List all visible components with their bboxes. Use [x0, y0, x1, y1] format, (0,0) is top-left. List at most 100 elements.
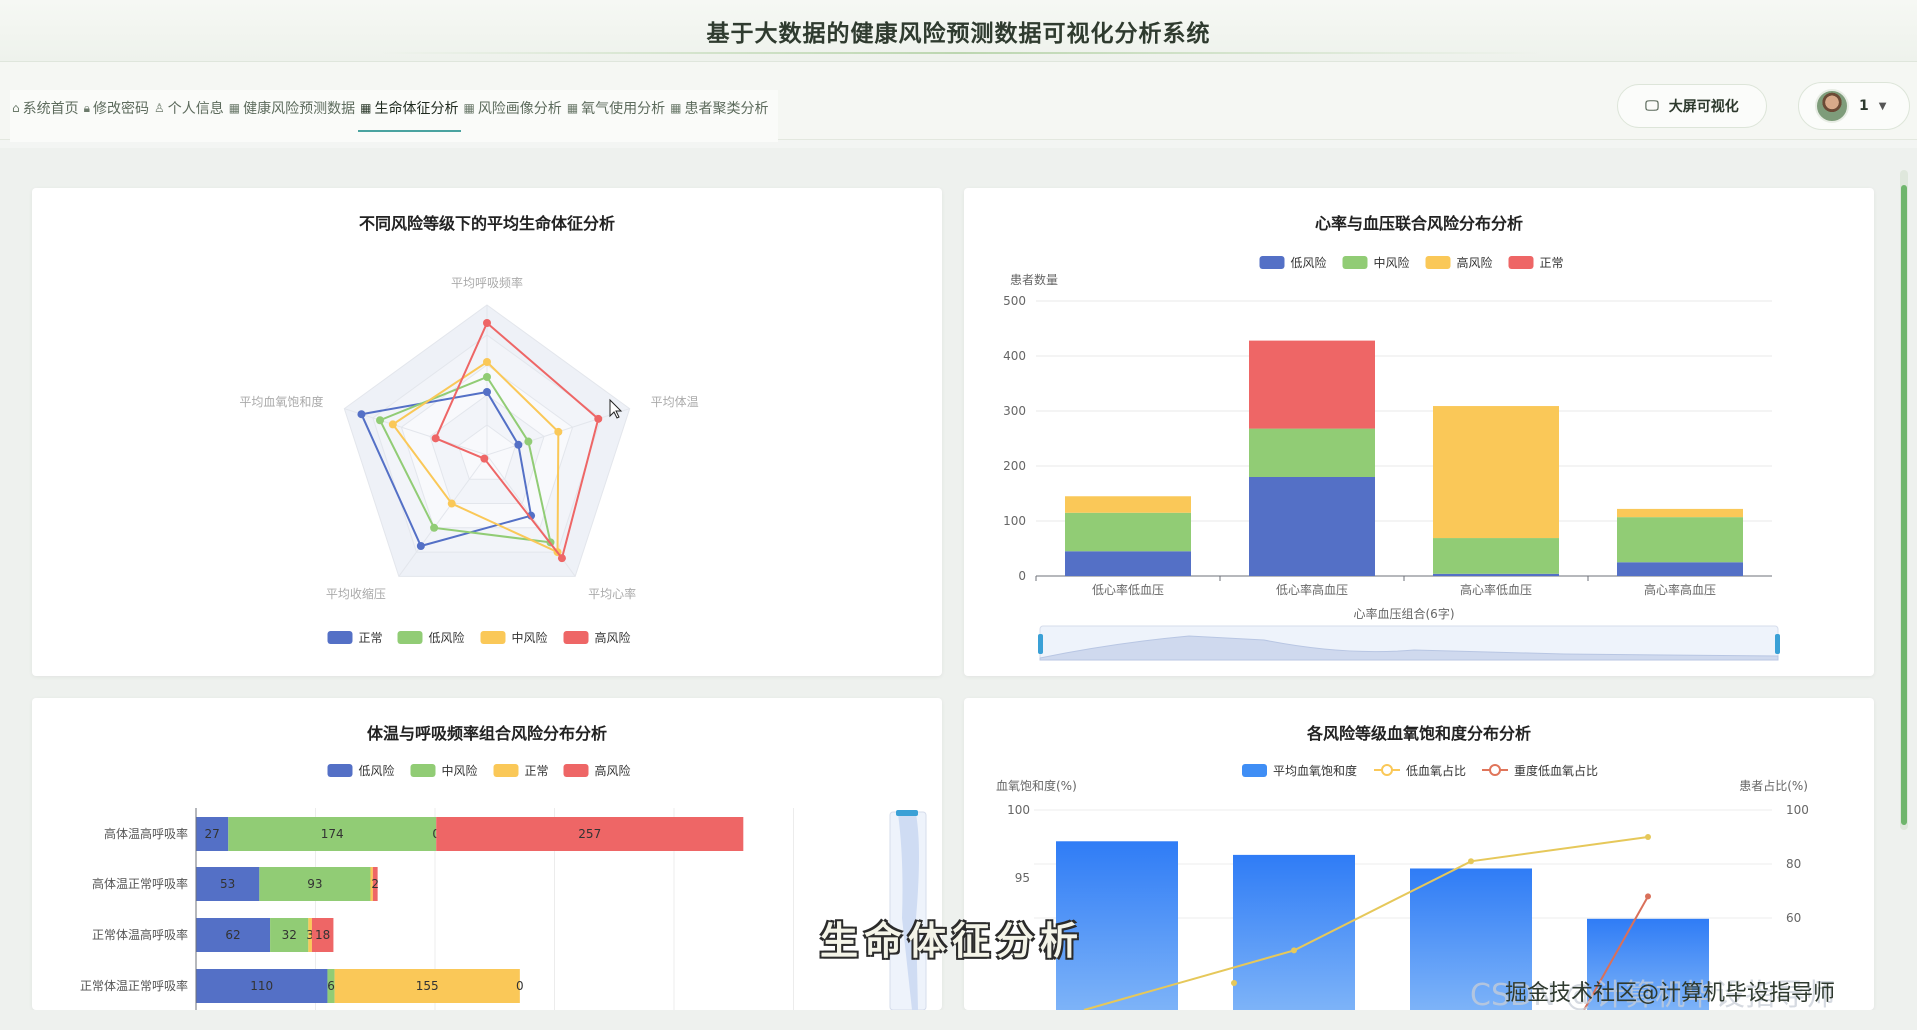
y-tick-label: 100 [1003, 514, 1026, 528]
legend-swatch [1425, 256, 1451, 269]
low-oxygen-point [1468, 858, 1474, 865]
radar-point [480, 454, 489, 463]
bar-segment [1617, 508, 1743, 518]
y-tick-label-left: 100 [1007, 803, 1030, 817]
nav-bar: ⌂ 系统首页 🔒︎ 修改密码 ♙ 个人信息 ▦ 健康风险预测数据 ▦ 生命体征分析 ▦ 风险… [0, 62, 1917, 142]
data-label: 110 [250, 979, 273, 993]
tab-label: 系统首页 [22, 101, 79, 117]
radar-point [483, 388, 491, 396]
tab-vital-signs-analysis[interactable]: ▦ 生命体征分析 [358, 90, 462, 132]
radar-indicator-label: 平均呼吸频率 [451, 275, 523, 290]
legend-marker [1489, 764, 1501, 776]
tab-health-risk-data[interactable]: ▦ 健康风险预测数据 [227, 90, 358, 130]
grid-icon: ▦ [670, 101, 682, 115]
data-label: 32 [282, 928, 297, 942]
legend-label: 低血氧占比 [1406, 763, 1466, 778]
severe-low-oxygen-point [1645, 893, 1651, 900]
y-tick-label-right: 60 [1786, 911, 1801, 925]
x-tick-label: 低心率高血压 [1276, 582, 1348, 597]
radar-point [594, 414, 603, 423]
legend-swatch [1242, 764, 1267, 777]
radar-point [431, 434, 440, 443]
radar-point [524, 437, 533, 446]
grid-icon: ▦ [360, 101, 372, 115]
legend-label: 高风险 [595, 630, 631, 645]
legend-label: 低风险 [359, 763, 395, 778]
legend-swatch [493, 764, 519, 777]
data-label: 6 [327, 979, 335, 993]
tab-label: 健康风险预测数据 [243, 101, 356, 117]
oxygen-combo-chart: 平均血氧饱和度 低血氧占比 重度低血氧占比血氧饱和度(%) 患者占比(%) 95 100 6… [996, 763, 1809, 1010]
y-tick-label: 正常体温高呼吸率 [92, 927, 188, 942]
radar-point [357, 410, 366, 419]
bar-segment [1249, 428, 1375, 477]
user-name: 1 [1859, 98, 1869, 114]
y-tick-label-right: 100 [1786, 803, 1809, 817]
user-menu[interactable]: 1 ▼ [1798, 82, 1910, 130]
legend-label: 正常 [359, 631, 383, 645]
radar-point [483, 373, 491, 381]
title-underline [380, 52, 1540, 54]
data-label: 27 [204, 827, 219, 841]
y-tick-label-left: 95 [1015, 871, 1030, 885]
y-tick-label: 高体温高呼吸率 [104, 826, 188, 841]
grid-icon: ▦ [463, 101, 475, 115]
heart-bp-bar-chart: 低风险 中风险 高风险 正常患者数量 0 100 200 300 400 500 低心率低血压 低心率… [1003, 255, 1780, 661]
legend-swatch [397, 631, 423, 644]
tab-label: 风险画像分析 [477, 101, 562, 117]
oxygen-chart-card: 各风险等级血氧饱和度分布分析 平均血氧饱和度 低血氧占比 重度低血氧占比 血氧饱和度(… [964, 698, 1874, 1010]
bar-segment [1617, 517, 1743, 563]
tab-risk-profile-analysis[interactable]: ▦ 风险画像分析 [461, 90, 564, 130]
data-label: 174 [321, 827, 344, 841]
datazoom-handle-right [1775, 634, 1780, 654]
legend-swatch [563, 764, 589, 777]
y-tick-label: 高体温正常呼吸率 [92, 876, 188, 891]
data-label: 53 [220, 877, 235, 891]
data-label: 62 [225, 928, 240, 942]
tab-label: 氧气使用分析 [581, 101, 666, 117]
data-label: 2 [371, 877, 379, 891]
heart-bp-chart-card: 心率与血压联合风险分布分析 低风险 中风险 高风险 正常 患者数量 0 100 200 300 4… [964, 188, 1874, 676]
legend-swatch [480, 631, 506, 644]
x-tick-label: 高心率高血压 [1644, 582, 1716, 597]
radar-point [447, 499, 456, 508]
tab-patient-cluster-analysis[interactable]: ▦ 患者聚类分析 [668, 90, 771, 130]
radar-point [514, 440, 523, 449]
radar-indicator-label: 平均收缩压 [326, 586, 386, 601]
bar-segment [1249, 477, 1375, 576]
y-tick-label: 200 [1003, 459, 1026, 473]
y-tick-label: 0 [1018, 569, 1026, 583]
legend-label: 高风险 [1457, 255, 1493, 270]
tab-personal-info[interactable]: ♙ 个人信息 [152, 90, 227, 130]
chevron-down-icon: ▼ [1878, 100, 1887, 112]
bigscreen-button[interactable]: 🖵︎ 大屏可视化 [1617, 84, 1767, 128]
app-header: 基于大数据的健康风险预测数据可视化分析系统 [0, 0, 1917, 62]
tab-label: 患者聚类分析 [684, 101, 769, 117]
legend-label: 低风险 [1291, 255, 1327, 270]
temp-resp-bar-chart: 低风险 中风险 正常 高风险高体温高呼吸率 27 174 0 257 高体温正常呼吸率 53 93 2… [80, 763, 927, 1010]
grid-icon: ▦ [566, 101, 579, 115]
page-scrollbar-thumb[interactable] [1901, 185, 1907, 825]
y-tick-label: 正常体温正常呼吸率 [80, 978, 188, 993]
legend-swatch [410, 764, 436, 777]
bar-segment [1433, 406, 1559, 539]
data-label: 257 [578, 827, 601, 841]
low-oxygen-point [1645, 834, 1651, 840]
tab-change-password[interactable]: 🔒︎ 修改密码 [82, 90, 152, 130]
video-caption: 生命体征分析 [820, 919, 1085, 963]
legend-swatch [1508, 256, 1534, 269]
radar-point [483, 358, 491, 366]
y-tick-label-right: 80 [1786, 857, 1801, 871]
radar-point [483, 319, 491, 327]
tab-oxygen-usage-analysis[interactable]: ▦ 氧气使用分析 [565, 90, 668, 130]
tab-home[interactable]: ⌂ 系统首页 [10, 90, 82, 130]
data-label: 93 [307, 877, 322, 891]
y-tick-label: 300 [1003, 404, 1026, 418]
radar-chart: 平均呼吸频率平均体温平均心率 平均收缩压 平均血氧饱和度正常 低风险 中风险 高风险 [239, 275, 698, 645]
data-label: 0 [516, 979, 524, 993]
legend-label: 高风险 [595, 763, 631, 778]
temp-resp-chart-card: 体温与呼吸频率组合风险分布分析 低风险中风险正常高风险高体温高呼吸率271740… [32, 698, 942, 1010]
bar-segment [1433, 573, 1559, 576]
datazoom-handle-top [896, 810, 918, 816]
radar-point [416, 542, 425, 551]
